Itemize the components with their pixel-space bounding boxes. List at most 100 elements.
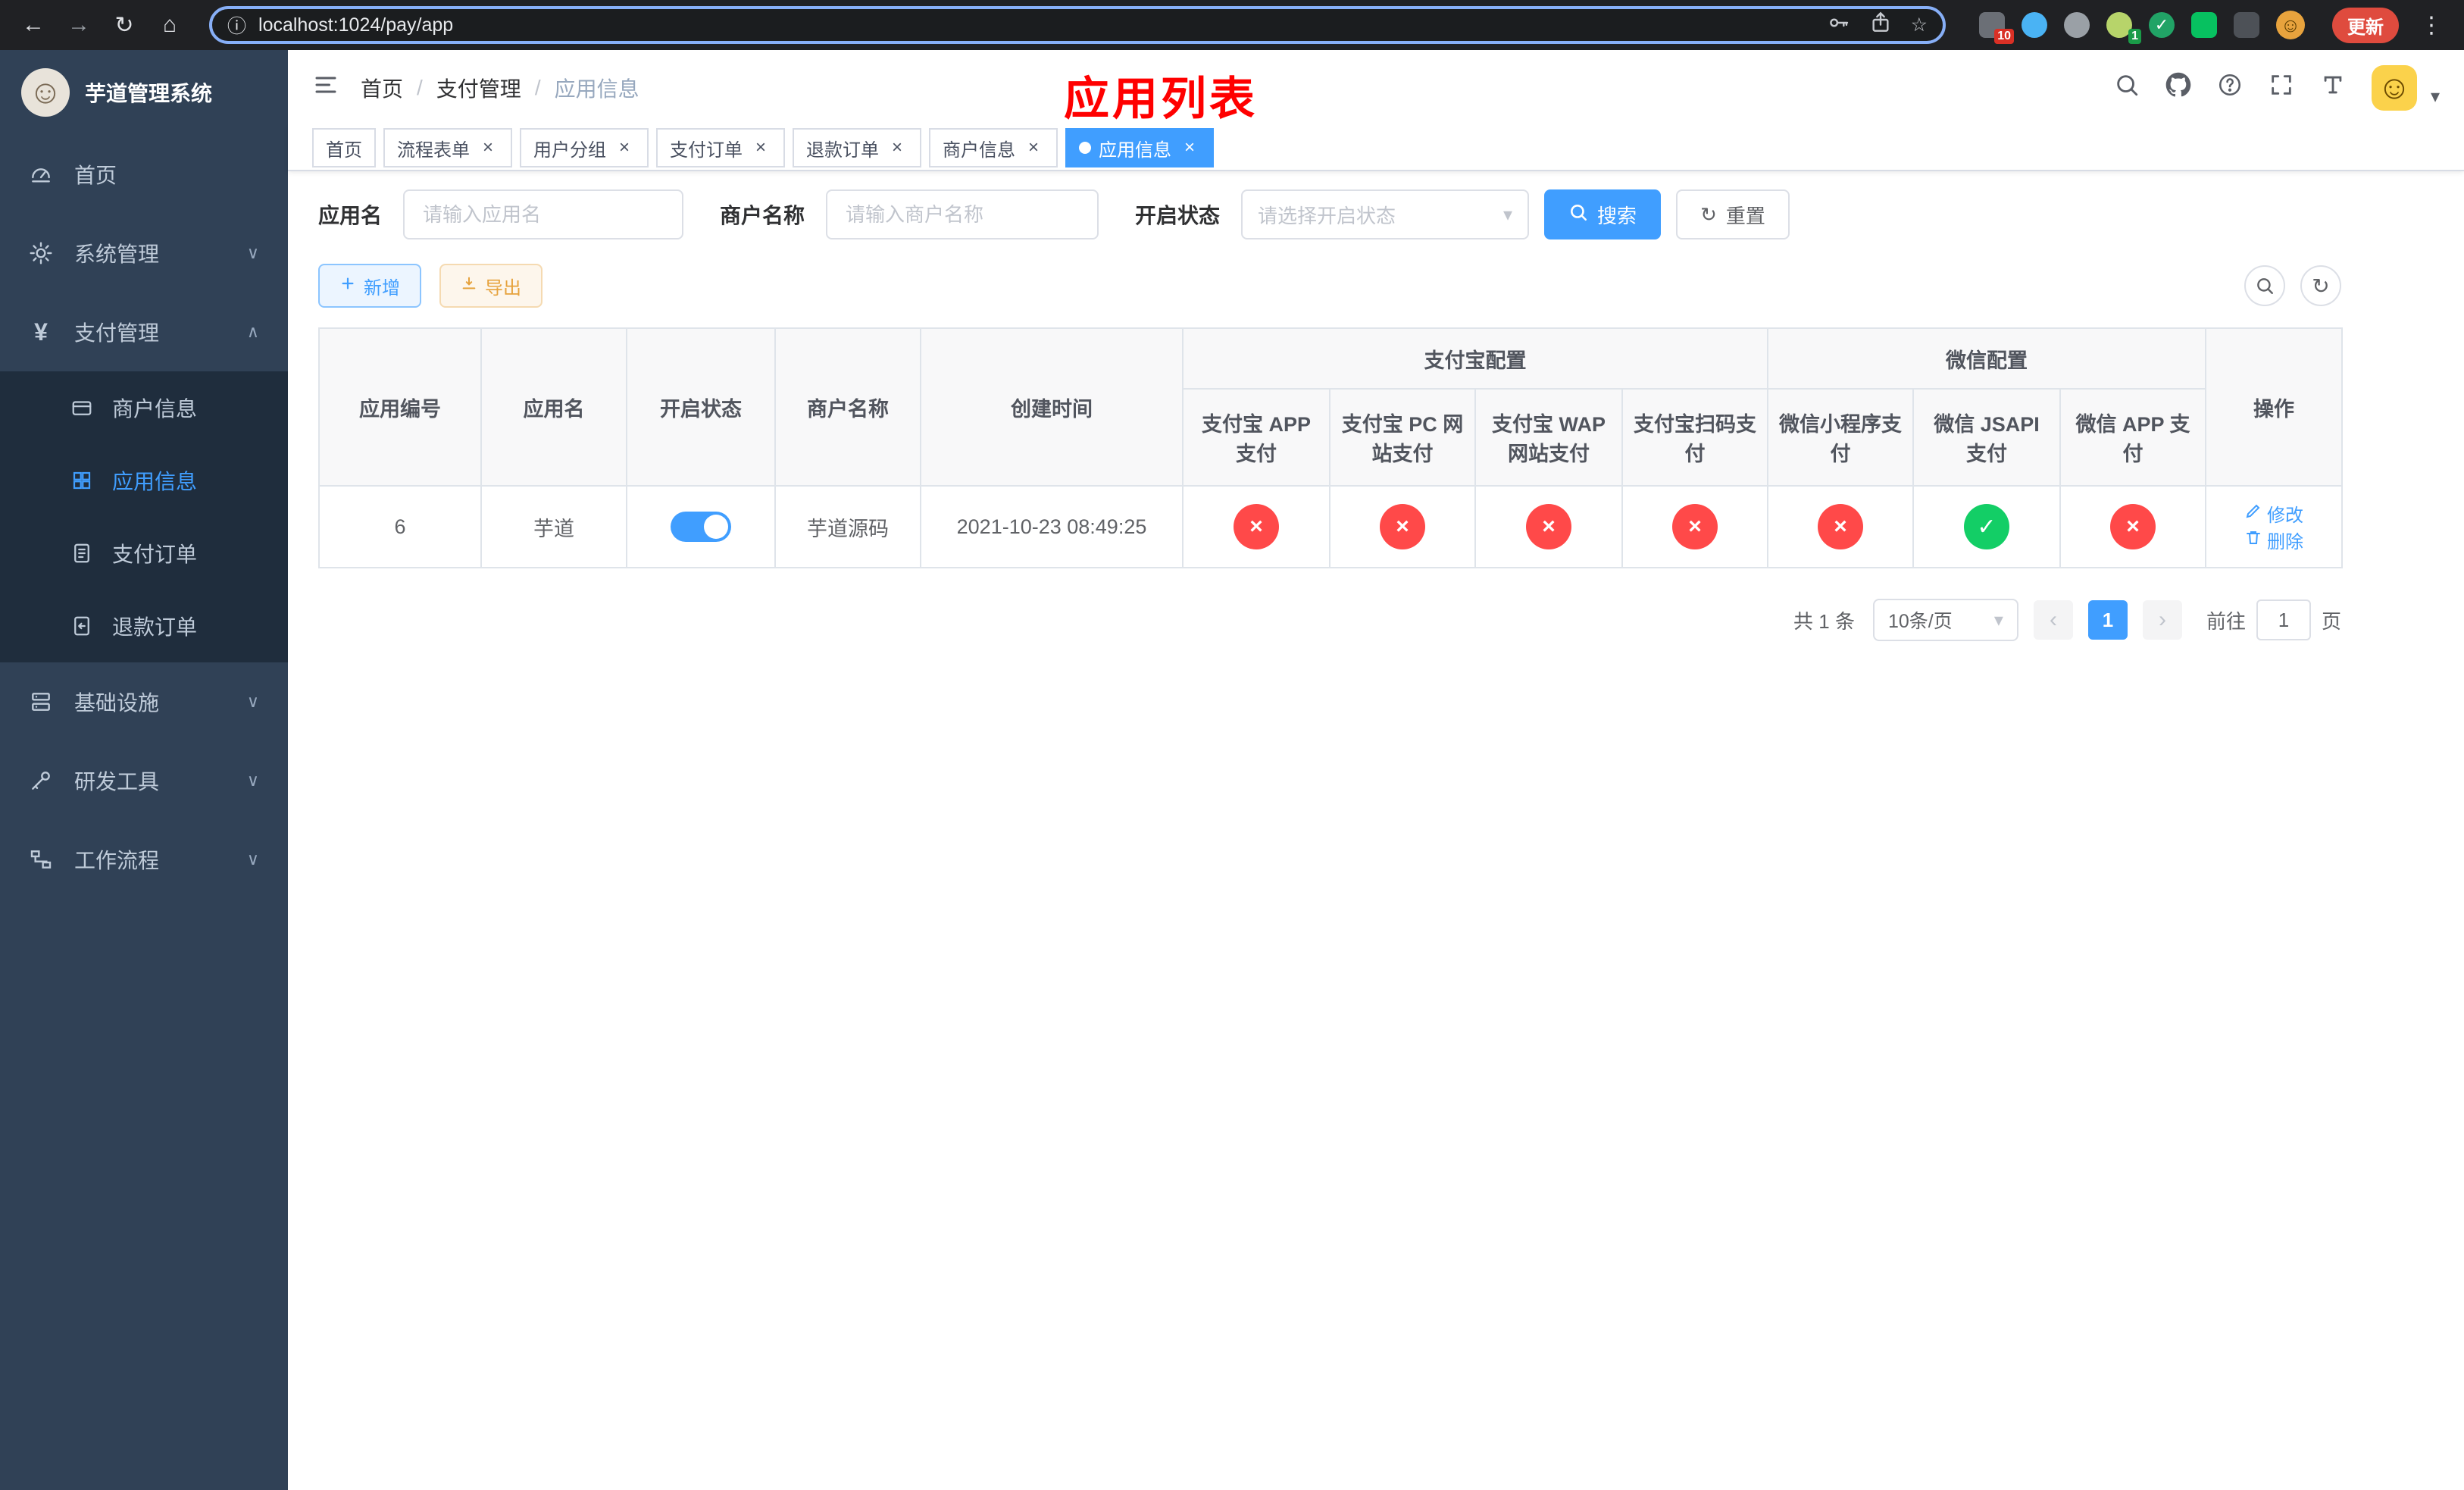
col-header-created-at: 创建时间 [920, 327, 1184, 487]
export-button[interactable]: 导出 [439, 264, 543, 308]
sidebar-item-payment-orders[interactable]: 支付订单 [0, 517, 288, 590]
tag-user-group[interactable]: 用户分组 × [520, 128, 649, 167]
font-size-icon[interactable] [2320, 72, 2346, 104]
tag-app-info[interactable]: 应用信息 × [1065, 128, 1214, 167]
reset-button[interactable]: ↻ 重置 [1676, 189, 1790, 239]
extension-circle-icon[interactable] [2064, 12, 2090, 38]
sidebar-item-label: 支付订单 [112, 543, 198, 566]
goto-page-input[interactable] [2256, 599, 2311, 640]
site-info-icon[interactable]: ⓘ [227, 11, 246, 39]
chrome-menu-icon[interactable]: ⋮ [2414, 12, 2449, 39]
browser-forward-button[interactable]: → [61, 7, 97, 43]
avatar-dropdown-icon[interactable]: ▾ [2431, 86, 2440, 111]
tag-refund-orders[interactable]: 退款订单 × [793, 128, 921, 167]
close-icon[interactable]: × [614, 137, 635, 158]
table-toolbar: 新增 导出 ↻ [318, 264, 2341, 308]
col-header-app-id: 应用编号 [318, 327, 482, 487]
search-icon[interactable] [2114, 72, 2140, 104]
breadcrumb: 首页 / 支付管理 / 应用信息 [361, 73, 639, 103]
breadcrumb-payment[interactable]: 支付管理 [436, 73, 521, 103]
sidebar-item-refund-orders[interactable]: 退款订单 [0, 590, 288, 662]
sidebar-logo[interactable]: ☺ 芋道管理系统 [0, 50, 288, 135]
status-toggle[interactable] [671, 512, 731, 542]
cell-alipay-app: × [1182, 485, 1330, 568]
col-header-wechat-mini: 微信小程序支付 [1767, 388, 1914, 487]
tag-merchant-info[interactable]: 商户信息 × [929, 128, 1058, 167]
close-icon[interactable]: × [1179, 137, 1200, 158]
share-icon[interactable] [1868, 11, 1893, 40]
sidebar-item-merchant-info[interactable]: 商户信息 [0, 371, 288, 444]
user-avatar[interactable]: ☺ [2371, 65, 2417, 111]
browser-reload-button[interactable]: ↻ [106, 7, 142, 43]
plus-icon [339, 275, 356, 297]
fullscreen-icon[interactable] [2269, 72, 2294, 104]
sidebar-item-system[interactable]: 系统管理 ∨ [0, 214, 288, 293]
disabled-icon: × [2110, 504, 2156, 549]
col-header-wechat-jsapi: 微信 JSAPI 支付 [1912, 388, 2061, 487]
main-panel: 首页 / 支付管理 / 应用信息 应用列表 ☺ ▾ 首页 流程表单 × 用户分组… [288, 50, 2464, 1490]
content: 应用名 商户名称 开启状态 请选择开启状态 ▾ [288, 171, 2464, 1490]
edit-link[interactable]: 修改 [2244, 500, 2303, 527]
close-icon[interactable]: × [886, 137, 908, 158]
breadcrumb-home[interactable]: 首页 [361, 73, 403, 103]
col-header-alipay-app: 支付宝 APP 支付 [1182, 388, 1330, 487]
extensions-row: 10 1 ✓ ☺ [1979, 11, 2305, 44]
toggle-search-button[interactable] [2244, 265, 2285, 306]
prev-page-button[interactable]: ‹ [2033, 600, 2073, 640]
extension-check-icon[interactable]: ✓ [2149, 12, 2175, 38]
extension-chat-icon[interactable] [2191, 12, 2217, 38]
url-text[interactable]: localhost:1024/pay/app [258, 14, 1814, 36]
close-icon[interactable]: × [750, 137, 771, 158]
github-icon[interactable] [2165, 72, 2191, 104]
add-button[interactable]: 新增 [318, 264, 421, 308]
chevron-down-icon: ∨ [246, 692, 259, 711]
col-header-alipay-wap: 支付宝 WAP 网站支付 [1474, 388, 1623, 487]
address-bar[interactable]: ⓘ localhost:1024/pay/app ☆ [209, 6, 1946, 44]
current-page-button[interactable]: 1 [2087, 600, 2128, 640]
sidebar-item-home[interactable]: 首页 [0, 135, 288, 214]
sidebar-item-app-info[interactable]: 应用信息 [0, 444, 288, 517]
hamburger-icon[interactable] [312, 71, 339, 105]
sidebar-item-payment[interactable]: ¥ 支付管理 ∧ [0, 293, 288, 371]
password-key-icon[interactable] [1826, 11, 1850, 40]
app-name-input[interactable] [403, 189, 684, 239]
sidebar-item-dev-tools[interactable]: 研发工具 ∨ [0, 741, 288, 820]
refresh-table-button[interactable]: ↻ [2300, 265, 2341, 306]
next-page-button[interactable]: › [2142, 600, 2182, 640]
refresh-icon: ↻ [1700, 202, 1717, 226]
browser-home-button[interactable]: ⌂ [152, 7, 188, 43]
col-header-status: 开启状态 [626, 327, 776, 487]
sidebar-item-infrastructure[interactable]: 基础设施 ∨ [0, 662, 288, 741]
delete-link[interactable]: 删除 [2244, 527, 2303, 553]
tag-process-form[interactable]: 流程表单 × [383, 128, 512, 167]
extension-grid-icon[interactable]: 10 [1979, 12, 2014, 44]
bookmark-star-icon[interactable]: ☆ [1911, 14, 1928, 36]
sidebar-item-label: 基础设施 [74, 691, 160, 715]
cell-wechat-jsapi: ✓ [1912, 485, 2061, 568]
merchant-name-input[interactable] [826, 189, 1099, 239]
extension-badge: 10 [1994, 29, 2014, 44]
extension-puzzle-icon[interactable] [2234, 12, 2259, 38]
close-icon[interactable]: × [1023, 137, 1044, 158]
sidebar-item-label: 研发工具 [74, 770, 160, 794]
chrome-profile-avatar[interactable]: ☺ [2276, 11, 2305, 39]
status-select[interactable]: 请选择开启状态 ▾ [1241, 189, 1530, 239]
extension-drop-icon[interactable] [2022, 12, 2047, 38]
extension-wechat-dev-icon[interactable]: 1 [2106, 12, 2141, 44]
search-button[interactable]: 搜索 [1544, 189, 1662, 239]
chevron-down-icon: ∨ [246, 850, 259, 869]
tag-home[interactable]: 首页 [312, 128, 376, 167]
help-icon[interactable] [2217, 72, 2243, 104]
disabled-icon: × [1234, 504, 1279, 549]
cell-app-id: 6 [318, 485, 482, 568]
refund-doc-icon [70, 614, 94, 638]
close-icon[interactable]: × [477, 137, 499, 158]
chrome-update-button[interactable]: 更新 [2332, 7, 2399, 43]
tag-payment-orders[interactable]: 支付订单 × [656, 128, 785, 167]
sidebar-item-workflow[interactable]: 工作流程 ∨ [0, 820, 288, 899]
col-header-alipay-qr: 支付宝扫码支付 [1621, 388, 1768, 487]
page-size-select[interactable]: 10条/页 ▾ [1872, 599, 2018, 641]
browser-back-button[interactable]: ← [15, 7, 52, 43]
search-icon [1568, 202, 1588, 227]
tag-label: 退款订单 [806, 139, 879, 161]
